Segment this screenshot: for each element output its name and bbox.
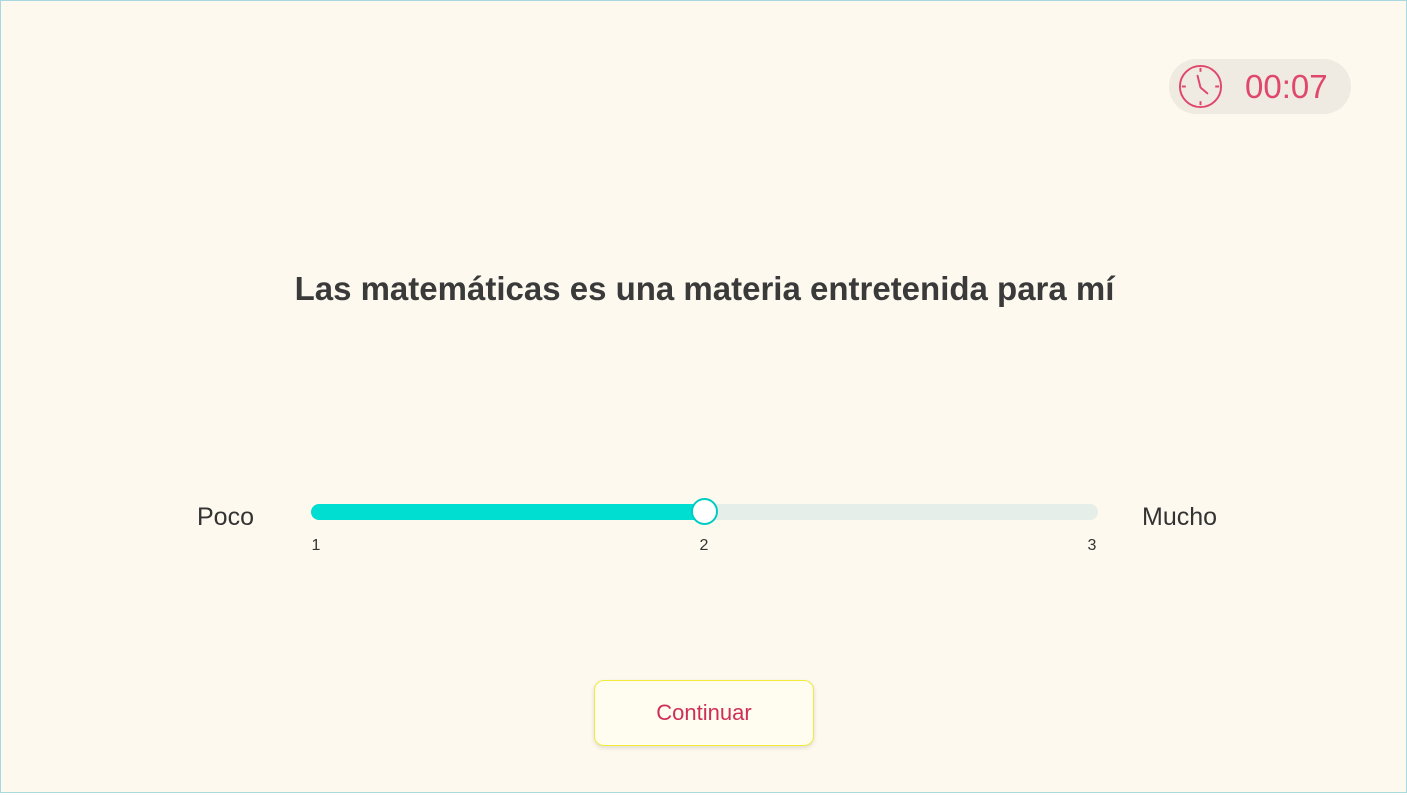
clock-icon (1178, 64, 1223, 109)
timer-value: 00:07 (1245, 68, 1328, 105)
question-text: Las matemáticas es una materia entreteni… (294, 270, 1115, 307)
scale-max-label: Mucho (1142, 503, 1218, 531)
continue-button[interactable]: Continuar (594, 680, 814, 746)
timer-badge: 00:07 (1169, 59, 1351, 114)
slider-tick-label: 1 (311, 537, 321, 554)
slider-fill (311, 504, 704, 520)
slider-tick-label: 2 (699, 537, 709, 554)
slider-thumb[interactable] (690, 498, 718, 525)
survey-screen: 00:07 Las matemáticas es una materia ent… (0, 0, 1407, 793)
scale-min-label: Poco (197, 503, 254, 531)
slider-tick-label: 3 (1087, 537, 1097, 554)
